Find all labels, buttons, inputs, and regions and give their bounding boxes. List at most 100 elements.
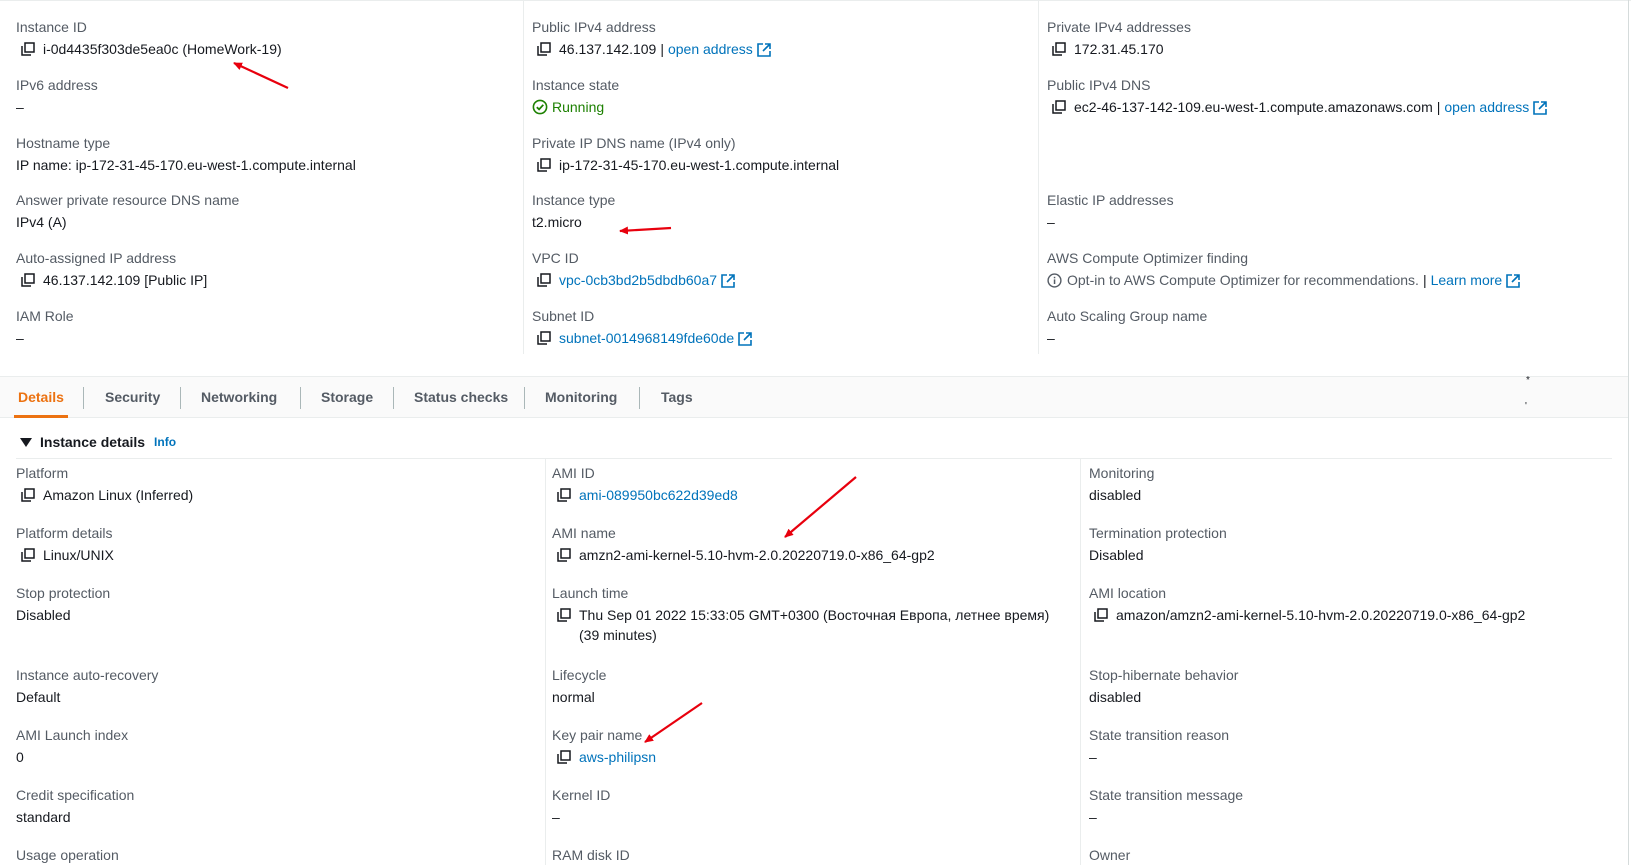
field-label: Auto-assigned IP address	[16, 250, 177, 266]
instance-state-value: Running	[552, 99, 605, 115]
field-label: Elastic IP addresses	[1047, 192, 1174, 208]
scroll-indicator-top: *	[1526, 375, 1530, 386]
field-label: State transition message	[1089, 787, 1244, 803]
field-label: Auto Scaling Group name	[1047, 308, 1208, 324]
open-address-link[interactable]: open address	[1444, 97, 1529, 117]
scroll-indicator-bottom: '	[1525, 401, 1527, 412]
subnet-id-link[interactable]: subnet-0014968149fde60de	[559, 328, 734, 348]
copy-icon[interactable]	[21, 273, 35, 287]
scrollbar-edge	[1628, 0, 1629, 865]
external-link-icon[interactable]	[757, 42, 771, 56]
field-launch-index: AMI Launch index 0	[16, 725, 536, 767]
tab-divider	[524, 387, 525, 409]
field-instance-state: Instance state Running	[532, 75, 1052, 117]
field-subnet-id: Subnet ID subnet-0014968149fde60de	[532, 306, 1052, 348]
tab-monitoring[interactable]: Monitoring	[545, 377, 617, 418]
tab-divider	[639, 387, 640, 409]
open-address-link[interactable]: open address	[668, 39, 753, 59]
kernel-id-value: –	[552, 809, 560, 825]
field-label: VPC ID	[532, 250, 579, 266]
field-key-pair: Key pair name aws-philipsn	[552, 725, 1072, 767]
external-link-icon[interactable]	[1506, 273, 1520, 287]
key-pair-link[interactable]: aws-philipsn	[579, 747, 656, 767]
tab-status-checks[interactable]: Status checks	[414, 377, 508, 418]
field-owner: Owner	[1089, 845, 1609, 865]
instance-details-header[interactable]: Instance details Info	[20, 434, 176, 450]
vpc-id-link[interactable]: vpc-0cb3bd2b5dbdb60a7	[559, 270, 717, 290]
section-title: Instance details	[40, 434, 146, 450]
external-link-icon[interactable]	[1533, 100, 1547, 114]
copy-icon[interactable]	[537, 273, 551, 287]
field-label: AMI location	[1089, 585, 1167, 601]
column-divider	[1080, 459, 1081, 865]
ami-id-link[interactable]: ami-089950bc622d39ed8	[579, 485, 738, 505]
field-label: Monitoring	[1089, 465, 1155, 481]
copy-icon[interactable]	[537, 331, 551, 345]
field-label: Public IPv4 DNS	[1047, 77, 1151, 93]
field-usage-operation: Usage operation	[16, 845, 536, 865]
field-label: Usage operation	[16, 847, 119, 863]
info-circle-icon	[1047, 272, 1062, 288]
caret-down-icon[interactable]	[20, 437, 32, 447]
tab-networking[interactable]: Networking	[201, 377, 277, 418]
copy-icon[interactable]	[1052, 100, 1066, 114]
hostname-type-value: IP name: ip-172-31-45-170.eu-west-1.comp…	[16, 157, 356, 173]
copy-icon[interactable]	[557, 488, 571, 502]
field-label: State transition reason	[1089, 727, 1230, 743]
platform-details-value: Linux/UNIX	[43, 547, 114, 563]
learn-more-link[interactable]: Learn more	[1431, 270, 1503, 290]
transition-message-value: –	[1089, 809, 1097, 825]
stop-hibernate-value: disabled	[1089, 689, 1142, 705]
field-transition-reason: State transition reason –	[1089, 725, 1609, 767]
detail-tabs: Details Security Networking Storage Stat…	[0, 375, 1628, 418]
field-lifecycle: Lifecycle normal	[552, 665, 1072, 707]
copy-icon[interactable]	[537, 158, 551, 172]
tab-divider	[393, 387, 394, 409]
private-ipv4-value: 172.31.45.170	[1074, 41, 1164, 57]
field-label: AMI name	[552, 525, 616, 541]
field-label: Stop protection	[16, 585, 111, 601]
field-label: IPv6 address	[16, 77, 98, 93]
copy-icon[interactable]	[1094, 608, 1108, 622]
copy-icon[interactable]	[21, 42, 35, 56]
external-link-icon[interactable]	[721, 273, 735, 287]
field-label: RAM disk ID	[552, 847, 630, 863]
tab-details[interactable]: Details	[14, 377, 68, 418]
field-auto-ip: Auto-assigned IP address 46.137.142.109 …	[16, 248, 536, 290]
copy-icon[interactable]	[557, 608, 571, 622]
iam-role-value: –	[16, 330, 24, 346]
copy-icon[interactable]	[21, 548, 35, 562]
info-link[interactable]: Info	[154, 435, 176, 449]
field-label: Key pair name	[552, 727, 643, 743]
field-vpc-id: VPC ID vpc-0cb3bd2b5dbdb60a7	[532, 248, 1052, 290]
field-label: Private IP DNS name (IPv4 only)	[532, 135, 736, 151]
field-label: Lifecycle	[552, 667, 607, 683]
copy-icon[interactable]	[557, 548, 571, 562]
external-link-icon[interactable]	[738, 331, 752, 345]
field-public-dns: Public IPv4 DNS ec2-46-137-142-109.eu-we…	[1047, 75, 1622, 117]
field-label: Instance type	[532, 192, 616, 208]
ami-location-value: amazon/amzn2-ami-kernel-5.10-hvm-2.0.202…	[1116, 607, 1526, 623]
field-platform: Platform Amazon Linux (Inferred)	[16, 463, 536, 505]
field-launch-time: Launch time Thu Sep 01 2022 15:33:05 GMT…	[552, 583, 1062, 645]
copy-icon[interactable]	[537, 42, 551, 56]
public-dns-value: ec2-46-137-142-109.eu-west-1.compute.ama…	[1074, 99, 1433, 115]
tab-tags[interactable]: Tags	[661, 377, 693, 418]
copy-icon[interactable]	[21, 488, 35, 502]
copy-icon[interactable]	[1052, 42, 1066, 56]
tab-divider	[180, 387, 181, 409]
copy-icon[interactable]	[557, 750, 571, 764]
asg-name-value: –	[1047, 330, 1055, 346]
field-private-ipv4: Private IPv4 addresses 172.31.45.170	[1047, 17, 1622, 59]
termination-value: Disabled	[1089, 547, 1144, 563]
tab-divider	[83, 387, 84, 409]
field-label: Instance auto-recovery	[16, 667, 159, 683]
tab-security[interactable]: Security	[105, 377, 160, 418]
tab-storage[interactable]: Storage	[321, 377, 373, 418]
monitoring-value: disabled	[1089, 487, 1142, 503]
launch-index-value: 0	[16, 749, 24, 765]
field-stop-hibernate: Stop-hibernate behavior disabled	[1089, 665, 1609, 707]
field-label: Termination protection	[1089, 525, 1227, 541]
field-instance-id: Instance ID i-0d4435f303de5ea0c (HomeWor…	[16, 17, 536, 59]
public-ipv4-value: 46.137.142.109	[559, 41, 657, 57]
